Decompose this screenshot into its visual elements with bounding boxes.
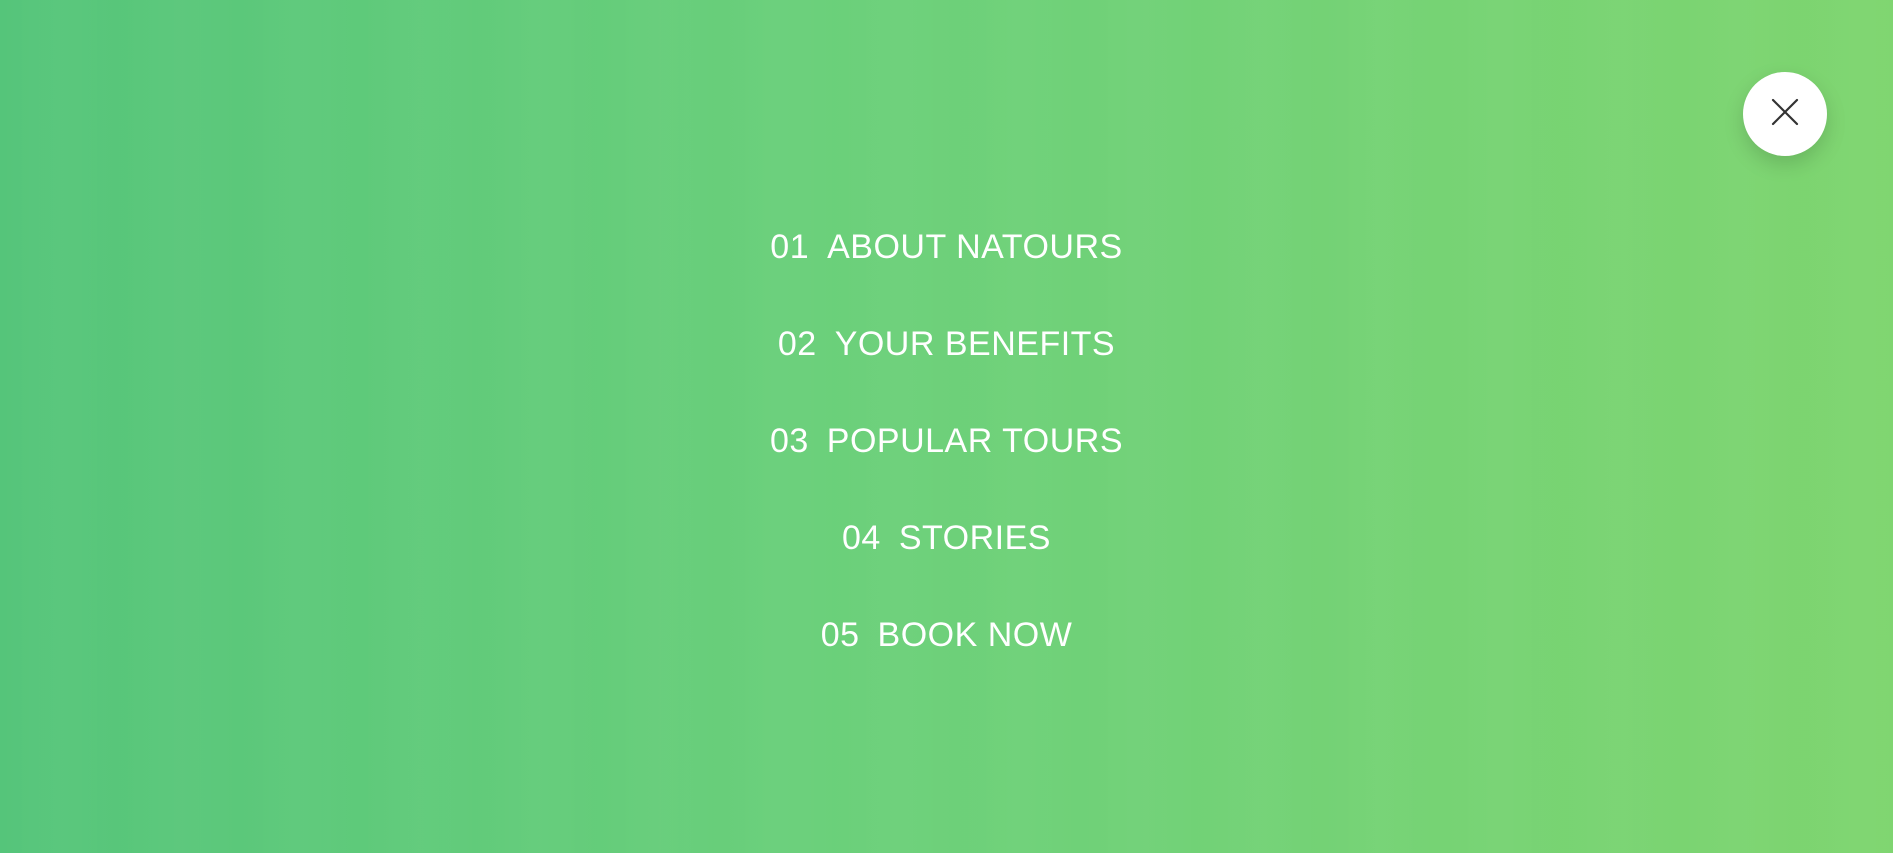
- nav-link-about[interactable]: 01 ABOUT NATOURS: [770, 222, 1122, 272]
- nav-label: ABOUT NATOURS: [827, 228, 1123, 266]
- nav-item-about: 01 ABOUT NATOURS: [0, 222, 1893, 319]
- nav-number: 02: [777, 325, 817, 363]
- nav-number: 05: [820, 616, 860, 654]
- nav-item-tours: 03 POPULAR TOURS: [0, 416, 1893, 513]
- nav-item-benefits: 02 YOUR BENEFITS: [0, 319, 1893, 416]
- nav-item-book: 05 BOOK NOW: [0, 610, 1893, 707]
- nav-label: STORIES: [898, 519, 1051, 557]
- nav-number: 04: [842, 519, 881, 557]
- nav-number: 01: [770, 228, 810, 266]
- nav-label: BOOK NOW: [877, 616, 1073, 654]
- nav-number: 03: [769, 422, 809, 460]
- nav-list: 01 ABOUT NATOURS 02 YOUR BENEFITS 03 POP…: [0, 222, 1893, 707]
- navigation-menu: 01 ABOUT NATOURS 02 YOUR BENEFITS 03 POP…: [0, 0, 1893, 853]
- nav-label: POPULAR TOURS: [826, 422, 1124, 460]
- nav-item-stories: 04 STORIES: [0, 513, 1893, 610]
- nav-link-benefits[interactable]: 02 YOUR BENEFITS: [778, 319, 1115, 369]
- nav-link-book[interactable]: 05 BOOK NOW: [821, 610, 1073, 660]
- nav-label: YOUR BENEFITS: [834, 325, 1116, 363]
- nav-link-tours[interactable]: 03 POPULAR TOURS: [770, 416, 1123, 466]
- nav-link-stories[interactable]: 04 STORIES: [842, 513, 1051, 563]
